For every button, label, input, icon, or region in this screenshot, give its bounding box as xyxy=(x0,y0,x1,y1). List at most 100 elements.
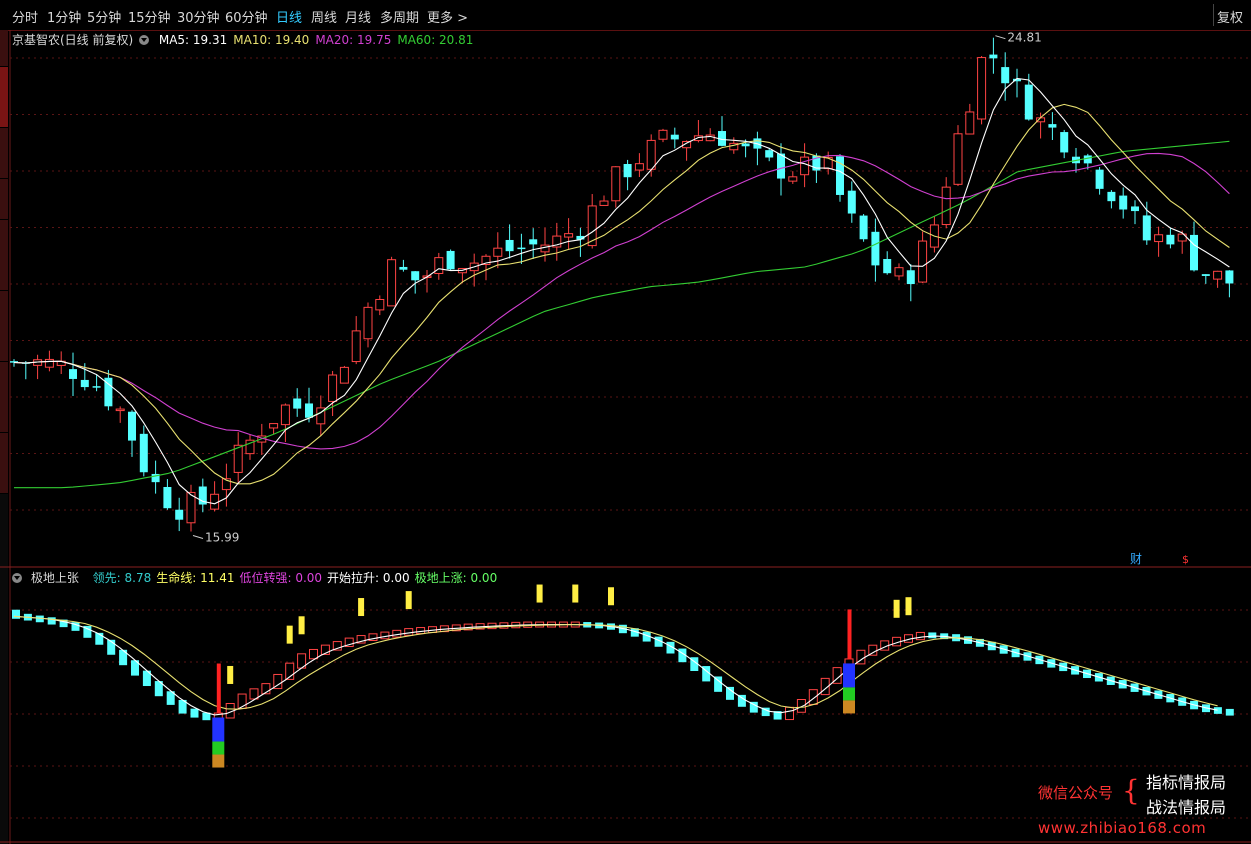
candle-body xyxy=(363,306,373,340)
candle-body xyxy=(351,330,361,363)
candle-body xyxy=(977,57,987,120)
ma-label-3: MA60: 20.81 xyxy=(397,33,474,47)
ma20-line xyxy=(13,152,1230,450)
yellow-signal-bar xyxy=(298,616,305,635)
candle-body xyxy=(446,250,455,270)
candle-body xyxy=(623,163,632,178)
candle-body xyxy=(1060,132,1069,153)
candle-body xyxy=(1024,84,1033,120)
yellow-signal-bar xyxy=(893,599,900,618)
candle-body xyxy=(646,139,656,170)
candle-body xyxy=(139,433,148,473)
candle-body xyxy=(339,366,349,384)
candle-body xyxy=(44,358,54,368)
candle-body xyxy=(906,270,915,285)
sub-bar xyxy=(737,694,746,707)
candle-body xyxy=(115,408,125,412)
sub-legend: 极地上张 领先: 8.78 生命线: 11.41 低位转强: 0.00 开始拉升: 0… xyxy=(12,569,507,585)
candle-body xyxy=(658,129,668,140)
candle-body xyxy=(1154,234,1164,243)
yellow-signal-bar xyxy=(608,587,614,606)
dropdown-icon[interactable] xyxy=(12,573,22,583)
event-marker-red: $ xyxy=(1182,553,1189,566)
signal-green-block xyxy=(212,741,225,755)
yellow-signal-bar xyxy=(358,598,365,617)
candle-body xyxy=(1048,124,1057,128)
candle-body xyxy=(965,111,975,135)
candle-body xyxy=(765,150,774,158)
sub-bar xyxy=(1225,708,1234,716)
candle-body xyxy=(1119,195,1128,210)
event-marker-cai: 财 xyxy=(1130,552,1142,566)
sub-bar xyxy=(868,644,878,656)
ma5-line xyxy=(13,77,1230,505)
watermark: 微信公众号 { 指标情报局 战法情报局 www.zhibiao168.com xyxy=(1030,766,1245,842)
yellow-signal-bar xyxy=(227,665,234,684)
candle-body xyxy=(1001,67,1010,84)
signal-orange-block xyxy=(212,754,225,768)
candle-body xyxy=(493,247,503,257)
candle-body xyxy=(1213,270,1223,280)
dropdown-icon[interactable] xyxy=(139,35,150,45)
candle-body xyxy=(128,411,136,441)
candle-body xyxy=(847,190,856,214)
lead-line xyxy=(13,615,1218,716)
sub-bar xyxy=(47,617,56,625)
yellow-signal-bar xyxy=(536,584,543,603)
stock-title[interactable]: 京基智农(日线 前复权) xyxy=(12,33,133,47)
candle-body xyxy=(871,231,880,266)
yellow-signal-bar xyxy=(286,625,293,644)
candle-body xyxy=(540,244,550,253)
candle-body xyxy=(670,134,679,140)
candle-body xyxy=(1166,234,1175,245)
indicator-value-1: 生命线: 11.41 xyxy=(156,571,235,585)
ma10-line xyxy=(13,103,1230,485)
yellow-signal-bar xyxy=(572,584,579,603)
candle-body xyxy=(918,240,928,283)
candle-body xyxy=(328,374,338,402)
signal-green-block xyxy=(843,687,855,701)
watermark-line1: 指标情报局 xyxy=(1146,773,1227,792)
candle-body xyxy=(387,259,397,307)
candle-body xyxy=(92,386,101,388)
candle-body xyxy=(269,423,279,429)
candle-body xyxy=(529,239,538,245)
yellow-signal-bar xyxy=(405,591,412,610)
candle-body xyxy=(599,200,609,206)
signal-red-bar xyxy=(216,663,221,714)
candle-body xyxy=(1131,206,1139,212)
yellow-signal-bar xyxy=(905,597,912,616)
candle-body xyxy=(894,267,904,277)
high-arrow xyxy=(995,35,1006,40)
high-price-label: 24.81 xyxy=(1007,31,1041,45)
candle-body xyxy=(1190,234,1198,271)
candle-body xyxy=(1107,191,1116,202)
candle-body xyxy=(777,153,785,179)
candle-body xyxy=(634,163,644,171)
sub-bar xyxy=(915,631,925,641)
candle-body xyxy=(941,186,951,226)
signal-blue-block xyxy=(843,663,855,688)
sub-bar xyxy=(785,706,794,721)
candle-body xyxy=(1201,274,1210,276)
indicator-name[interactable]: 极地上张 xyxy=(31,571,79,585)
watermark-brace: { xyxy=(1122,774,1140,807)
candle-body xyxy=(611,166,621,202)
watermark-wechat: 微信公众号 xyxy=(1038,784,1114,802)
sub-bar xyxy=(392,629,402,638)
candle-body xyxy=(1083,155,1092,164)
candle-body xyxy=(883,258,892,274)
candle-body xyxy=(175,509,184,520)
candle-body xyxy=(163,486,172,509)
candle-body xyxy=(69,369,77,379)
candle-body xyxy=(741,143,750,147)
candle-body xyxy=(505,239,514,252)
indicator-value-0: 领先: 8.78 xyxy=(92,571,152,585)
indicator-value-2: 低位转强: 0.00 xyxy=(239,571,323,585)
candle-body xyxy=(305,403,313,418)
sub-bar xyxy=(404,628,414,636)
candle-body xyxy=(564,233,574,238)
ma60-line xyxy=(14,140,1230,489)
candle-body xyxy=(517,247,526,250)
ma-label-2: MA20: 19.75 xyxy=(315,33,392,47)
